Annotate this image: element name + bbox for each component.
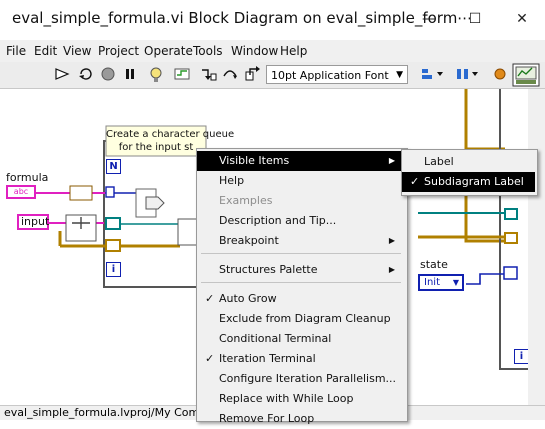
menu-separator: [201, 253, 401, 254]
menu-project[interactable]: Project: [98, 44, 139, 58]
menu-item-breakpoint[interactable]: Breakpoint ▶: [197, 231, 405, 251]
loop-count-terminal[interactable]: N: [106, 159, 121, 174]
state-value: Init: [424, 277, 440, 288]
menu-edit[interactable]: Edit: [34, 44, 57, 58]
state-enum-constant[interactable]: Init ▼: [418, 274, 464, 291]
menu-item-label: Auto Grow: [219, 292, 277, 305]
checkmark-icon: ✓: [205, 352, 215, 365]
i2-label: i: [519, 351, 524, 362]
title-bar: eval_simple_formula.vi Block Diagram on …: [0, 0, 545, 40]
checkmark-icon: ✓: [205, 292, 215, 305]
menu-item-visible-items[interactable]: Visible Items ▶: [197, 151, 405, 171]
n-label: N: [109, 161, 118, 172]
diagram-comment: Create a character queue for the input s…: [106, 129, 235, 153]
menu-item-label: Remove For Loop: [219, 412, 315, 425]
reorder-icon[interactable]: [490, 66, 510, 84]
abc-label: abc: [13, 187, 29, 196]
menu-item-remove-for-loop[interactable]: Remove For Loop: [197, 409, 405, 429]
menu-item-label: Replace with While Loop: [219, 392, 354, 405]
menu-item-configure-parallelism[interactable]: Configure Iteration Parallelism...: [197, 369, 405, 389]
maximize-button[interactable]: ☐: [452, 0, 498, 40]
menu-view[interactable]: View: [63, 44, 91, 58]
menu-help[interactable]: Help: [280, 44, 307, 58]
font-select[interactable]: 10pt Application Font ▼: [266, 65, 408, 84]
state-label: state: [420, 258, 448, 271]
menu-item-label: Exclude from Diagram Cleanup: [219, 312, 391, 325]
menu-separator: [201, 282, 401, 283]
visible-items-submenu: Label ✓ Subdiagram Label: [401, 149, 538, 196]
step-over-icon[interactable]: [220, 66, 240, 84]
menu-item-replace-with-while-loop[interactable]: Replace with While Loop: [197, 389, 405, 409]
chevron-down-icon: ▼: [452, 278, 459, 287]
menu-item-iteration-terminal[interactable]: ✓ Iteration Terminal: [197, 349, 405, 369]
menu-item-label: Configure Iteration Parallelism...: [219, 372, 397, 385]
menu-item-auto-grow[interactable]: ✓ Auto Grow: [197, 289, 405, 309]
submenu-item-label[interactable]: Label: [402, 152, 535, 172]
menu-item-label: Conditional Terminal: [219, 332, 332, 345]
menu-item-label: Label: [424, 155, 454, 168]
menu-window[interactable]: Window: [231, 44, 278, 58]
input-label: input: [21, 215, 50, 228]
pause-icon[interactable]: [120, 66, 140, 84]
distribute-objects-icon[interactable]: [455, 66, 483, 84]
formula-label: formula: [6, 171, 49, 184]
menu-item-label: Iteration Terminal: [219, 352, 316, 365]
font-select-value: 10pt Application Font: [271, 69, 389, 82]
submenu-arrow-icon: ▶: [388, 265, 395, 274]
context-menu: Visible Items ▶ Help Examples Descriptio…: [196, 148, 408, 425]
menu-operate[interactable]: Operate: [144, 44, 193, 58]
formula-control[interactable]: abc: [6, 185, 36, 199]
run-continuously-icon[interactable]: [76, 66, 96, 84]
submenu-arrow-icon: ▶: [388, 236, 395, 245]
close-button[interactable]: ✕: [499, 0, 545, 40]
menu-item-label: Subdiagram Label: [424, 175, 524, 188]
abort-icon[interactable]: [98, 66, 118, 84]
menu-item-label: Structures Palette: [219, 263, 318, 276]
iteration-terminal-2[interactable]: i: [514, 349, 529, 364]
menu-item-label: Examples: [219, 194, 273, 207]
window-title: eval_simple_formula.vi Block Diagram on …: [12, 9, 473, 27]
align-objects-icon[interactable]: [420, 66, 448, 84]
menu-tools[interactable]: Tools: [193, 44, 223, 58]
menu-bar: File Edit View Project Operate Tools Win…: [0, 40, 545, 62]
checkmark-icon: ✓: [410, 175, 420, 188]
step-into-icon[interactable]: [198, 66, 218, 84]
minimize-button[interactable]: —: [406, 0, 452, 40]
status-text: eval_simple_formula.lvproj/My Comput: [4, 406, 218, 419]
menu-item-help[interactable]: Help: [197, 171, 405, 191]
highlight-execution-icon[interactable]: [146, 66, 166, 84]
step-out-icon[interactable]: [243, 66, 263, 84]
menu-item-label: Breakpoint: [219, 234, 279, 247]
run-arrow-icon[interactable]: [53, 66, 73, 84]
menu-item-examples: Examples: [197, 191, 405, 211]
menu-item-structures-palette[interactable]: Structures Palette ▶: [197, 260, 405, 280]
menu-item-label: Help: [219, 174, 245, 187]
chevron-down-icon: ▼: [396, 70, 403, 80]
submenu-item-subdiagram-label[interactable]: ✓ Subdiagram Label: [402, 172, 535, 192]
input-control[interactable]: input: [17, 214, 49, 230]
menu-item-label: Description and Tip...: [219, 214, 337, 227]
retain-wire-values-icon[interactable]: [172, 66, 192, 84]
menu-item-label: Visible Items: [219, 154, 290, 167]
submenu-arrow-icon: ▶: [388, 156, 395, 165]
menu-item-description-and-tip[interactable]: Description and Tip...: [197, 211, 405, 231]
vertical-scrollbar[interactable]: [528, 89, 545, 405]
menu-item-exclude-from-cleanup[interactable]: Exclude from Diagram Cleanup: [197, 309, 405, 329]
i-label: i: [111, 264, 116, 275]
menu-item-conditional-terminal[interactable]: Conditional Terminal: [197, 329, 405, 349]
iteration-terminal[interactable]: i: [106, 262, 121, 277]
menu-file[interactable]: File: [6, 44, 26, 58]
vi-icon[interactable]: [512, 63, 540, 87]
